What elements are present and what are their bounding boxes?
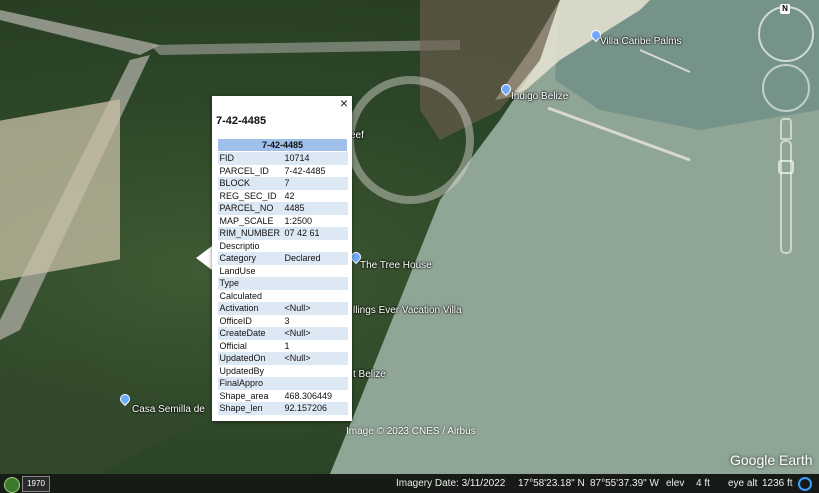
attribute-row: UpdatedBy xyxy=(218,365,348,378)
attribute-value xyxy=(283,240,348,253)
attribute-key: PARCEL_ID xyxy=(219,165,269,176)
attribute-key: FinalAppro xyxy=(217,377,283,390)
attribute-key: FID xyxy=(217,151,283,165)
attribute-value: 4485 xyxy=(282,202,348,215)
attribute-row: PARCEL_NO 4485 xyxy=(217,202,348,215)
look-joystick[interactable] xyxy=(762,64,810,112)
attribute-row: PARCEL_ID 7-42-4485 xyxy=(218,165,348,178)
attribute-row: Calculated xyxy=(218,290,348,303)
attribute-row: OfficeID 3 xyxy=(218,315,348,328)
attribute-row: Shape_len 92.157206 xyxy=(217,402,348,415)
attribute-value: 07 42 61 xyxy=(282,227,348,240)
attribute-key: Calculated xyxy=(219,290,263,301)
attribute-row: Activation <Null> xyxy=(217,302,348,315)
attribute-value: 7 xyxy=(282,177,348,190)
attribute-value: 92.157206 xyxy=(282,402,348,415)
attribute-key: Category xyxy=(217,252,283,265)
attribute-value: <Null> xyxy=(282,302,348,315)
attribute-key: Shape_area xyxy=(219,390,269,401)
attribute-value: <Null> xyxy=(282,352,348,365)
attribute-row: Official 1 xyxy=(218,340,348,353)
longitude-readout: 87°55'37.39" W xyxy=(590,478,659,489)
attribute-value: 42 xyxy=(284,190,295,201)
attribute-key: Shape_len xyxy=(217,402,283,415)
villa-caribe-label[interactable]: Villa Caribe Palms xyxy=(600,36,682,47)
attribute-key: BLOCK xyxy=(217,177,283,190)
attribute-value: 3 xyxy=(284,315,290,326)
attribute-value xyxy=(283,290,348,303)
attribute-table: 7-42-4485 FID 10714 PARCEL_ID 7-42-4485 BLOC… xyxy=(217,138,348,415)
eef-label[interactable]: eef xyxy=(350,130,364,141)
popup-title: 7-42-4485 xyxy=(216,115,267,127)
attribute-row: Descriptio xyxy=(218,240,348,253)
map-view[interactable]: Villa Caribe Palms Indigo Belize eef The… xyxy=(0,0,819,493)
attribute-row: CreateDate <Null> xyxy=(217,327,348,340)
attribute-key: Type xyxy=(217,277,283,290)
imagery-copyright: Image © 2023 CNES / Airbus xyxy=(346,426,476,437)
attribute-row: Shape_area 468.306449 xyxy=(218,390,348,403)
attribute-key: MAP_SCALE xyxy=(219,215,274,226)
sea-area xyxy=(0,0,819,474)
attribute-value xyxy=(282,377,348,390)
attribute-value: 7-42-4485 xyxy=(284,165,326,176)
status-bar: Imagery Date: 3/11/2022 17°58'23.18" N 8… xyxy=(0,474,819,493)
loading-indicator-icon xyxy=(798,477,812,491)
attribute-value: 10714 xyxy=(282,151,348,165)
attribute-key: OfficeID xyxy=(219,315,252,326)
attribute-key: Descriptio xyxy=(219,240,260,251)
t-belize-label[interactable]: t Belize xyxy=(353,369,386,380)
street-view-person-icon[interactable] xyxy=(780,118,792,140)
historical-imagery-icon[interactable] xyxy=(4,477,20,493)
attribute-value: <Null> xyxy=(282,327,348,340)
attribute-row: FID 10714 xyxy=(217,151,348,165)
north-indicator-icon[interactable]: N xyxy=(780,4,790,14)
close-popup-icon[interactable]: × xyxy=(338,96,350,110)
google-earth-logo: Google Earth xyxy=(730,452,813,468)
elevation-label: elev xyxy=(666,478,685,489)
eye-alt-label: eye alt xyxy=(728,478,758,489)
attribute-key: Activation xyxy=(217,302,283,315)
attribute-row: MAP_SCALE 1:2500 xyxy=(218,215,348,228)
imagery-date: Imagery Date: 3/11/2022 xyxy=(396,478,506,489)
popup-pointer xyxy=(196,246,212,270)
attribute-value xyxy=(282,277,348,290)
attribute-value xyxy=(283,265,348,278)
attribute-value: Declared xyxy=(282,252,348,265)
attribute-row: UpdatedOn <Null> xyxy=(217,352,348,365)
attribute-row: BLOCK 7 xyxy=(217,177,348,190)
attribute-row: Type xyxy=(217,277,348,290)
attribute-key: UpdatedBy xyxy=(219,365,265,376)
compass-ring[interactable] xyxy=(758,6,814,62)
attribute-key: RIM_NUMBER xyxy=(217,227,283,240)
attribute-key: LandUse xyxy=(219,265,256,276)
attribute-value: 468.306449 xyxy=(284,390,333,401)
attribute-row: FinalAppro xyxy=(217,377,348,390)
indigo-label[interactable]: Indigo Belize xyxy=(511,91,568,102)
attribute-key: PARCEL_NO xyxy=(217,202,283,215)
attribute-key: REG_SEC_ID xyxy=(219,190,277,201)
attribute-table-header: 7-42-4485 xyxy=(217,138,348,152)
tree-house-label[interactable]: The Tree House xyxy=(360,260,432,271)
attribute-key: Official xyxy=(219,340,247,351)
eye-alt-value: 1236 ft xyxy=(762,478,793,489)
casa-semilla-label[interactable]: Casa Semilla de xyxy=(132,404,205,415)
elevation-value: 4 ft xyxy=(696,478,710,489)
attribute-key: UpdatedOn xyxy=(217,352,283,365)
attribute-row: LandUse xyxy=(218,265,348,278)
zoom-slider[interactable] xyxy=(780,140,792,254)
attribute-row: RIM_NUMBER 07 42 61 xyxy=(217,227,348,240)
attribute-value xyxy=(283,365,348,378)
attribute-key: CreateDate xyxy=(217,327,283,340)
attribute-value: 1:2500 xyxy=(284,215,313,226)
attribute-row: Category Declared xyxy=(217,252,348,265)
attribute-value: 1 xyxy=(284,340,290,351)
zoom-slider-knob[interactable] xyxy=(778,160,794,174)
attribute-row: REG_SEC_ID 42 xyxy=(218,190,348,203)
sand-patch xyxy=(0,99,120,281)
latitude-readout: 17°58'23.18" N xyxy=(518,478,585,489)
historical-year-button[interactable]: 1970 xyxy=(22,476,50,492)
happy-ever-label[interactable]: llings Ever Vacation Villa xyxy=(353,305,462,316)
